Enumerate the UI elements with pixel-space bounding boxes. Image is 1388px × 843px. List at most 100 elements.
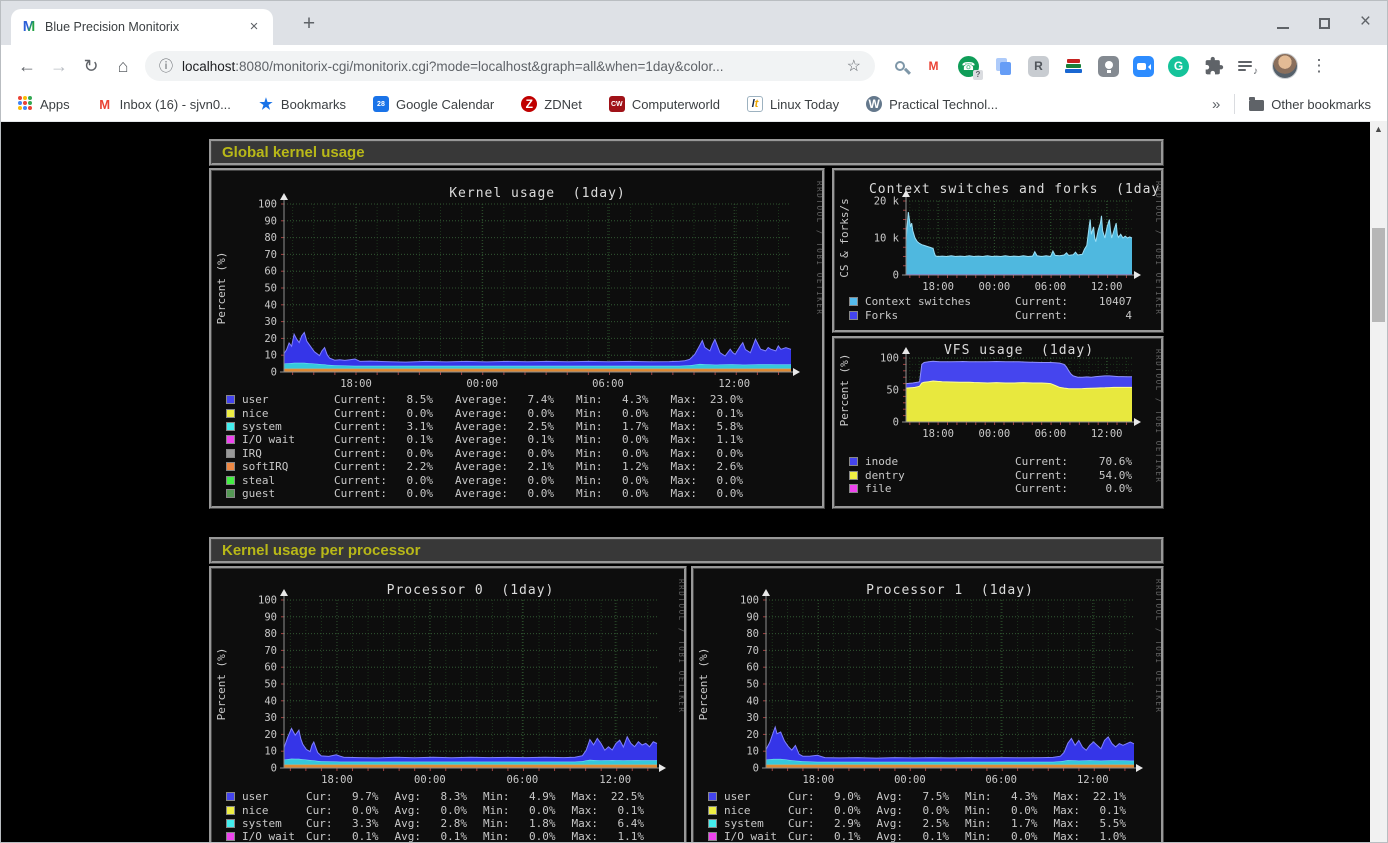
legend-metric-value: 1.7%	[602, 420, 648, 433]
back-icon[interactable]: ←	[11, 50, 43, 82]
legend-metric-label: Max:	[670, 433, 697, 446]
window-controls: ×	[1277, 13, 1371, 30]
profile-avatar[interactable]	[1272, 53, 1298, 79]
bookmark-practical-technol[interactable]: WPractical Technol...	[866, 96, 998, 112]
grammarly-icon[interactable]: G	[1168, 56, 1189, 77]
legend-series-name: Forks	[865, 309, 1015, 322]
legend-metric-value: 9.7%	[333, 790, 379, 803]
svg-text:RRDTOOL / TOBI OETIKER: RRDTOOL / TOBI OETIKER	[1154, 349, 1161, 484]
books-stack-icon[interactable]	[1063, 56, 1084, 77]
legend-swatch	[708, 819, 717, 828]
svg-text:10: 10	[264, 746, 277, 758]
url-text[interactable]: localhost:8080/monitorix-cgi/monitorix.c…	[182, 59, 838, 74]
voice-phone-icon[interactable]: ☎?	[958, 56, 979, 77]
legend-metric-value: 0.0%	[992, 804, 1038, 817]
legend-metric-label: Min:	[576, 433, 603, 446]
bookmark-star-icon[interactable]: ☆	[847, 56, 861, 76]
scrollbar[interactable]: ▲	[1370, 121, 1387, 842]
processor-0-graph[interactable]: 18:0000:0006:0012:0001020304050607080901…	[209, 566, 687, 842]
legend-series-name: I/O wait	[724, 830, 788, 842]
legend-metric-value: 0.0%	[510, 830, 556, 842]
legend-metric-value: 0.0%	[508, 407, 554, 420]
legend-metric-value: 0.0%	[387, 474, 433, 487]
legend-metric-label: Current:	[1015, 309, 1068, 322]
bookmark-google-calendar[interactable]: 28Google Calendar	[373, 96, 494, 112]
bookmark-linux-today[interactable]: ltLinux Today	[747, 96, 839, 112]
svg-text:18:00: 18:00	[802, 774, 834, 786]
legend-metric-label: Current:	[334, 474, 387, 487]
legend-metric-value: 2.1%	[508, 460, 554, 473]
legend-metric-label: Min:	[965, 790, 992, 803]
other-bookmarks-button[interactable]: Other bookmarks	[1249, 97, 1371, 112]
legend-metric-value: 0.1%	[508, 433, 554, 446]
legend-metric-value: 1.1%	[697, 433, 743, 446]
inbox-16-sjvn0--icon: M	[97, 96, 113, 112]
legend-metric-label: Average:	[455, 460, 508, 473]
monitorix-favicon: M	[21, 19, 37, 35]
scrollbar-thumb[interactable]	[1372, 228, 1385, 322]
svg-text:70: 70	[264, 645, 277, 657]
search-icon[interactable]	[891, 57, 909, 75]
scrollbar-up-icon[interactable]: ▲	[1370, 121, 1387, 138]
context-switches-graph[interactable]: 18:0000:0006:0012:00010 k20 kContext swi…	[832, 168, 1164, 333]
bookmark-label: Apps	[40, 97, 70, 112]
legend-row: guestCurrent:0.0%Average:0.0%Min:0.0%Max…	[226, 487, 814, 500]
legend-metric-label: Max:	[1054, 830, 1081, 842]
minimize-button[interactable]	[1277, 15, 1289, 29]
legend-metric-label: Avg:	[395, 830, 422, 842]
maximize-button[interactable]	[1319, 15, 1330, 29]
legend-metric-value: 1.1%	[598, 830, 644, 842]
vfs-usage-graph[interactable]: 18:0000:0006:0012:00050100VFS usage (1da…	[832, 336, 1164, 509]
legend-metric-value: 0.0%	[602, 433, 648, 446]
legend-metric-label: Max:	[670, 460, 697, 473]
playlist-icon[interactable]: ♪	[1238, 56, 1258, 77]
practical-technol--icon: W	[866, 96, 882, 112]
forward-icon[interactable]: →	[43, 50, 75, 82]
legend-metric-label: Average:	[455, 487, 508, 500]
address-bar[interactable]: ⓘ localhost:8080/monitorix-cgi/monitorix…	[145, 51, 875, 81]
legend-metric-label: Current:	[334, 487, 387, 500]
close-window-button[interactable]: ×	[1360, 13, 1371, 30]
copy-pages-icon[interactable]	[993, 56, 1014, 77]
legend-metric-value: 4.3%	[992, 790, 1038, 803]
legend-metric-value: 1.2%	[602, 460, 648, 473]
bookmark-bookmarks[interactable]: ★Bookmarks	[258, 96, 346, 112]
legend-metric-label: Avg:	[877, 804, 904, 817]
tab-close-icon[interactable]: ×	[245, 18, 263, 36]
bookmark-label: Bookmarks	[281, 97, 346, 112]
lamp-icon[interactable]	[1098, 56, 1119, 77]
legend-series-name: softIRQ	[242, 460, 334, 473]
bookmark-computerworld[interactable]: CWComputerworld	[609, 96, 720, 112]
zoom-camera-icon[interactable]	[1133, 56, 1154, 77]
bookmark-apps[interactable]: Apps	[17, 96, 70, 112]
extensions-puzzle-icon[interactable]	[1203, 56, 1224, 77]
menu-kebab-icon[interactable]: ⋮	[1312, 56, 1326, 77]
kernel-usage-graph[interactable]: 18:0000:0006:0012:0001020304050607080901…	[209, 168, 825, 509]
legend-metric-value: 0.1%	[598, 804, 644, 817]
home-icon[interactable]: ⌂	[107, 50, 139, 82]
reload-icon[interactable]: ↻	[75, 50, 107, 82]
legend-series-name: I/O wait	[242, 433, 334, 446]
gmail-icon[interactable]: M	[923, 56, 944, 77]
site-info-icon[interactable]: ⓘ	[159, 56, 173, 76]
new-tab-button[interactable]: +	[295, 11, 323, 39]
legend-series-name: system	[242, 817, 306, 830]
badge: ?	[973, 70, 983, 80]
legend-swatch	[226, 435, 235, 444]
legend-row: userCur:9.7%Avg:8.3%Min:4.9%Max:22.5%	[226, 790, 676, 803]
legend-swatch	[226, 395, 235, 404]
legend-metric-label: Current:	[1015, 455, 1068, 468]
legend-metric-label: Min:	[576, 420, 603, 433]
bookmarks-overflow-icon[interactable]: »	[1212, 96, 1220, 113]
legend-metric-label: Cur:	[306, 804, 333, 817]
legend-row: systemCur:2.9%Avg:2.5%Min:1.7%Max:5.5%	[708, 817, 1153, 830]
processor-1-graph[interactable]: 18:0000:0006:0012:0001020304050607080901…	[691, 566, 1164, 842]
svg-text:Processor 1 (1day): Processor 1 (1day)	[866, 583, 1034, 598]
browser-tab[interactable]: M Blue Precision Monitorix ×	[11, 9, 273, 45]
bookmark-inbox-16-sjvn0[interactable]: MInbox (16) - sjvn0...	[97, 96, 231, 112]
bookmark-zdnet[interactable]: ZZDNet	[521, 96, 582, 112]
svg-text:Context switches and forks (1: Context switches and forks (1day)	[869, 182, 1161, 197]
svg-text:60: 60	[746, 662, 759, 674]
svg-text:10: 10	[746, 746, 759, 758]
reader-ext-icon[interactable]: R	[1028, 56, 1049, 77]
